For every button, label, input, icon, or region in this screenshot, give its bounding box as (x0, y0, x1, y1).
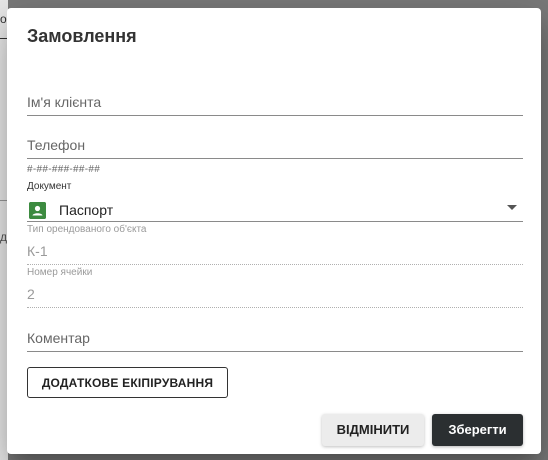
cell-number-label: Номер ячейки (27, 267, 93, 278)
field-underline (27, 264, 523, 265)
chevron-down-icon[interactable] (507, 205, 517, 210)
save-button[interactable]: Зберегти (432, 414, 523, 446)
comment-input[interactable]: Коментар (27, 330, 523, 346)
backdrop-text: д (0, 230, 8, 244)
field-underline (27, 158, 523, 159)
field-underline (27, 351, 523, 352)
document-label: Документ (27, 181, 72, 192)
cell-number-value: 2 (27, 286, 35, 302)
object-type-value: К-1 (27, 243, 48, 259)
phone-mask-hint: #-##-###-##-## (27, 164, 101, 175)
phone-field[interactable]: Телефон (27, 137, 523, 159)
object-type-label: Тип орендованого об'єкта (27, 224, 147, 235)
field-underline (27, 115, 523, 116)
client-name-input[interactable]: Ім'я клієнта (27, 94, 523, 110)
id-card-icon (29, 202, 46, 219)
order-dialog: Замовлення Ім'я клієнта Телефон #-##-###… (7, 8, 541, 454)
field-underline (27, 307, 523, 308)
cancel-button[interactable]: ВІДМІНИТИ (322, 414, 424, 446)
field-underline (27, 221, 523, 222)
dialog-title: Замовлення (27, 26, 137, 46)
extra-equipment-button[interactable]: ДОДАТКОВЕ ЕКІПІРУВАННЯ (27, 367, 228, 398)
document-select-value[interactable]: Паспорт (59, 202, 113, 218)
backdrop-text: о (0, 12, 7, 26)
phone-input[interactable]: Телефон (27, 137, 523, 153)
object-type-field (27, 264, 523, 265)
comment-field[interactable]: Коментар (27, 330, 523, 352)
client-name-field[interactable]: Ім'я клієнта (27, 94, 523, 116)
cell-number-field (27, 307, 523, 308)
